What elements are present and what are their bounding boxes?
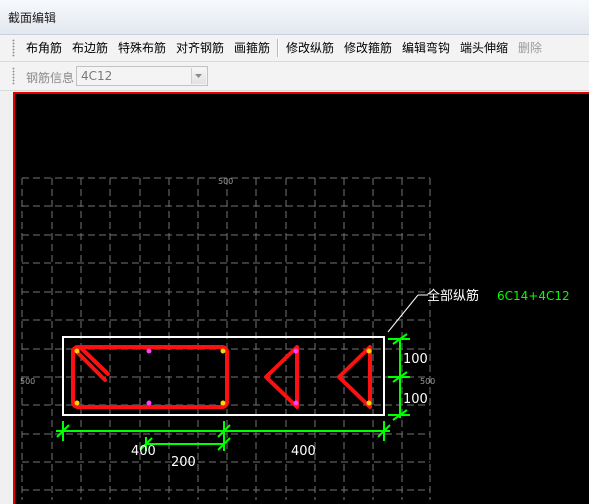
chevron-down-icon[interactable] (191, 68, 206, 84)
delete-button[interactable]: 删除 (518, 40, 542, 56)
toolbar: 布角筋 布边筋 特殊布筋 对齐钢筋 画箍筋 修改纵筋 修改箍筋 编辑弯钩 端头伸… (0, 35, 589, 62)
dim-bottom-right: 400 (291, 444, 316, 459)
toolbar-grip[interactable] (12, 39, 15, 57)
edit-stirrup-button[interactable]: 修改箍筋 (344, 40, 392, 56)
edge-bar[interactable] (293, 400, 299, 406)
section-canvas[interactable]: 500 500 500 全部纵筋 6C14+4C12 100 100 400 2… (13, 92, 589, 504)
section-drawing: 500 500 500 全部纵筋 6C14+4C12 100 100 400 2… (20, 177, 570, 500)
annotation-label: 全部纵筋 (427, 288, 479, 304)
place-corner-bar-button[interactable]: 布角筋 (26, 40, 62, 56)
align-bars-button[interactable]: 对齐钢筋 (176, 40, 224, 56)
rebar-info-bar: 钢筋信息 4C12 (0, 62, 589, 91)
end-extend-button[interactable]: 端头伸缩 (460, 40, 508, 56)
grid-lines (21, 177, 431, 500)
grid-label-right: 500 (420, 377, 435, 386)
place-edge-bar-button[interactable]: 布边筋 (72, 40, 108, 56)
dim-right-lower: 100 (403, 392, 428, 407)
edge-bar[interactable] (146, 348, 152, 354)
toolbar-separator (277, 39, 279, 57)
grid-label-top: 500 (218, 177, 233, 186)
rebar-info-label: 钢筋信息 (26, 71, 75, 85)
dimension-bottom (56, 421, 391, 451)
stirrup-hook[interactable] (75, 347, 110, 382)
edit-hook-button[interactable]: 编辑弯钩 (402, 40, 450, 56)
corner-bar[interactable] (366, 400, 372, 406)
dim-right-upper: 100 (403, 352, 428, 367)
edge-bar[interactable] (293, 348, 299, 354)
annotation-value: 6C14+4C12 (497, 289, 570, 303)
special-bar-button[interactable]: 特殊布筋 (118, 40, 166, 56)
corner-bar[interactable] (366, 348, 372, 354)
edge-bar[interactable] (146, 400, 152, 406)
edit-longitudinal-button[interactable]: 修改纵筋 (286, 40, 334, 56)
rebar-info-value: 4C12 (81, 69, 113, 83)
draw-stirrup-button[interactable]: 画箍筋 (234, 40, 270, 56)
corner-bar[interactable] (74, 348, 80, 354)
annotation-leader (387, 294, 428, 333)
grid-label-left: 500 (20, 377, 35, 386)
corner-bar[interactable] (220, 348, 226, 354)
dim-bottom-inner: 200 (171, 455, 196, 470)
infobar-grip[interactable] (12, 67, 15, 85)
corner-bar[interactable] (74, 400, 80, 406)
rebar-info-select[interactable]: 4C12 (76, 66, 208, 86)
dim-bottom-left: 400 (131, 444, 156, 459)
corner-bar[interactable] (220, 400, 226, 406)
window-title: 截面编辑 (8, 11, 57, 25)
window-titlebar: 截面编辑 (0, 0, 589, 35)
dimension-right (388, 333, 410, 421)
